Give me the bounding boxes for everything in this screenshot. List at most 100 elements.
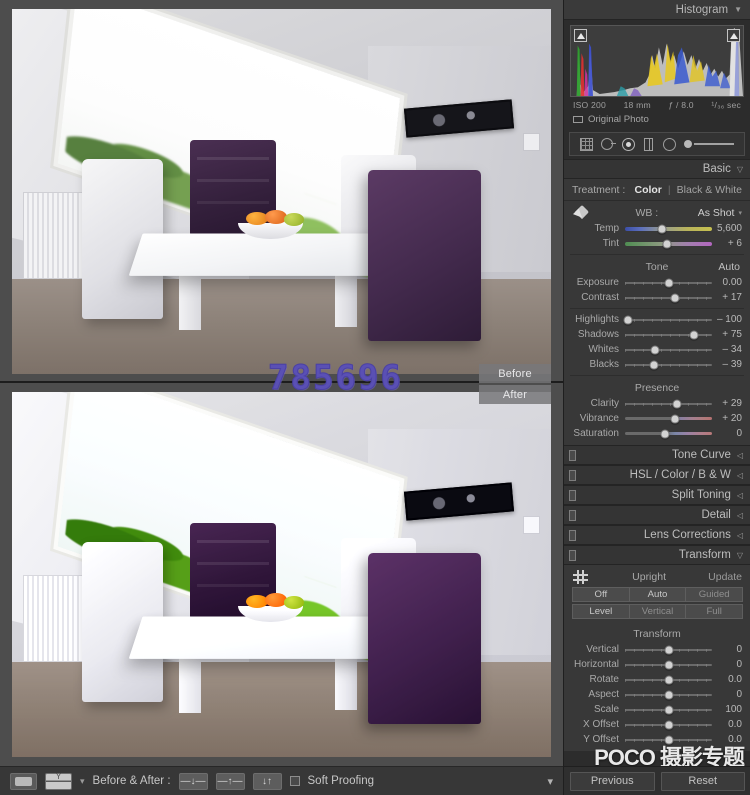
upright-off-button[interactable]: Off <box>572 587 630 602</box>
upright-vertical-button[interactable]: Vertical <box>628 604 687 619</box>
histogram-graph[interactable] <box>570 25 744 97</box>
before-photo-pane[interactable] <box>0 0 563 383</box>
tone-slider-value[interactable]: – 39 <box>712 359 742 370</box>
treatment-row[interactable]: Treatment : Color | Black & White <box>564 179 750 201</box>
slider-knob[interactable] <box>670 414 680 423</box>
tone-slider-track[interactable] <box>625 292 712 304</box>
transform-slider-row[interactable]: Horizontal 0 <box>564 657 750 672</box>
tone-slider-value[interactable]: – 34 <box>712 344 742 355</box>
presence-slider-value[interactable]: + 29 <box>712 398 742 409</box>
transform-slider-row[interactable]: X Offset 0.0 <box>564 717 750 732</box>
transform-slider-track[interactable] <box>625 674 712 686</box>
panel-switch-icon[interactable] <box>569 449 576 461</box>
transform-slider-value[interactable]: 0.0 <box>712 674 742 685</box>
upright-full-button[interactable]: Full <box>685 604 744 619</box>
toolbar-chevron-down-icon[interactable]: ▾ <box>547 775 553 788</box>
transform-sliders[interactable]: Vertical 0 Horizontal 0 Rotate 0.0 Aspect 0 Scal… <box>564 642 750 747</box>
presence-slider-track[interactable] <box>625 398 712 410</box>
graduated-filter-icon[interactable] <box>641 137 656 152</box>
triangle-down-icon[interactable]: ▽ <box>737 551 743 560</box>
presence-slider-track[interactable] <box>625 428 712 440</box>
panel-switch-icon[interactable] <box>569 509 576 521</box>
upright-grid-icon[interactable] <box>572 569 590 585</box>
presence-sliders[interactable]: Clarity + 29 Vibrance + 20 Saturation 0 <box>564 396 750 441</box>
reset-button[interactable]: Reset <box>660 771 745 791</box>
transform-slider-row[interactable]: Rotate 0.0 <box>564 672 750 687</box>
soft-proofing-checkbox[interactable] <box>289 776 300 786</box>
tone-slider-value[interactable]: 0.00 <box>712 277 742 288</box>
presence-slider-row[interactable]: Clarity + 29 <box>564 396 750 411</box>
tone-slider-track[interactable] <box>625 277 712 289</box>
original-photo-row[interactable]: Original Photo <box>564 110 750 130</box>
tone-slider-row[interactable]: Blacks – 39 <box>564 357 750 372</box>
tone-sliders[interactable]: Exposure 0.00 Contrast + 17 <box>564 275 750 305</box>
slider-knob[interactable] <box>664 645 673 654</box>
white-balance-slider-value[interactable]: 5,600 <box>712 223 742 234</box>
image-preview-area[interactable]: Before After 785696 <box>0 0 563 766</box>
slider-knob[interactable] <box>664 660 673 669</box>
slider-knob[interactable] <box>662 239 672 248</box>
slider-knob[interactable] <box>689 330 699 339</box>
triangle-left-icon[interactable]: ◁ <box>737 451 743 460</box>
slider-knob[interactable] <box>660 429 670 438</box>
section-header-lens-corrections[interactable]: Lens Corrections ◁ <box>564 525 750 545</box>
tone-slider-row[interactable]: Highlights – 100 <box>564 312 750 327</box>
upright-row[interactable]: Upright Update <box>564 565 750 587</box>
slider-knob[interactable] <box>623 315 633 324</box>
copy-before-to-after-icon[interactable]: —↑— <box>215 772 245 790</box>
chevron-down-icon[interactable]: ▾ <box>80 776 85 787</box>
white-balance-slider-track[interactable] <box>625 238 712 250</box>
panel-switch-icon[interactable] <box>569 489 576 501</box>
section-header-transform[interactable]: Transform ▽ <box>564 545 750 565</box>
previous-button[interactable]: Previous <box>570 771 655 791</box>
before-after-split-icon[interactable] <box>45 772 72 790</box>
loupe-view-icon[interactable] <box>10 772 37 790</box>
white-balance-slider-row[interactable]: Tint + 6 <box>564 236 750 251</box>
tone-slider-track[interactable] <box>625 329 712 341</box>
white-balance-slider-value[interactable]: + 6 <box>712 238 742 249</box>
presence-slider-value[interactable]: + 20 <box>712 413 742 424</box>
triangle-down-icon[interactable]: ▽ <box>737 165 743 174</box>
chevron-down-icon[interactable]: ▾ <box>738 209 742 217</box>
red-eye-correction-icon[interactable] <box>621 137 636 152</box>
histogram-panel-header[interactable]: Histogram ▼ <box>564 0 750 20</box>
tone-slider-row[interactable]: Whites – 34 <box>564 342 750 357</box>
tone-slider-row[interactable]: Exposure 0.00 <box>564 275 750 290</box>
spot-removal-icon[interactable] <box>600 137 617 152</box>
transform-slider-value[interactable]: 0 <box>712 689 742 700</box>
slider-knob[interactable] <box>672 399 682 408</box>
transform-slider-track[interactable] <box>625 704 712 716</box>
triangle-left-icon[interactable]: ◁ <box>737 471 743 480</box>
transform-slider-value[interactable]: 100 <box>712 704 742 715</box>
slider-knob[interactable] <box>664 278 673 287</box>
slider-knob[interactable] <box>650 345 660 354</box>
triangle-left-icon[interactable]: ◁ <box>737 531 743 540</box>
panel-switch-icon[interactable] <box>569 469 576 481</box>
crop-overlay-icon[interactable] <box>579 137 594 152</box>
upright-buttons-row-2[interactable]: Level Vertical Full <box>564 604 750 621</box>
tone-slider-value[interactable]: + 17 <box>712 292 742 303</box>
panel-switch-icon[interactable] <box>569 529 576 541</box>
slider-knob[interactable] <box>664 690 673 699</box>
presence-slider-row[interactable]: Vibrance + 20 <box>564 411 750 426</box>
after-photo-pane[interactable] <box>0 383 563 766</box>
upright-auto-button[interactable]: Auto <box>628 587 687 602</box>
slider-knob[interactable] <box>664 705 673 714</box>
transform-slider-value[interactable]: 0 <box>712 659 742 670</box>
radial-filter-icon[interactable] <box>662 137 677 152</box>
upright-level-button[interactable]: Level <box>572 604 630 619</box>
transform-slider-track[interactable] <box>625 734 712 746</box>
section-header-split-toning[interactable]: Split Toning ◁ <box>564 485 750 505</box>
slider-knob[interactable] <box>670 293 680 302</box>
collapsed-sections[interactable]: Tone Curve ◁ HSL / Color / B & W ◁ Split Ton… <box>564 445 750 565</box>
tone-slider-track[interactable] <box>623 314 712 326</box>
upright-guided-button[interactable]: Guided <box>685 587 744 602</box>
upright-update-button[interactable]: Update <box>708 571 742 583</box>
copy-after-to-before-icon[interactable]: —↓— <box>178 772 208 790</box>
upright-buttons-row-1[interactable]: Off Auto Guided <box>564 587 750 604</box>
transform-slider-track[interactable] <box>625 659 712 671</box>
slider-knob[interactable] <box>657 224 667 233</box>
right-develop-panel[interactable]: Histogram ▼ ISO 200 18 mm ƒ / 8.0 ¹/₃₆ s… <box>563 0 750 795</box>
basic-panel-header[interactable]: Basic ▽ <box>564 159 750 179</box>
transform-slider-row[interactable]: Y Offset 0.0 <box>564 732 750 747</box>
